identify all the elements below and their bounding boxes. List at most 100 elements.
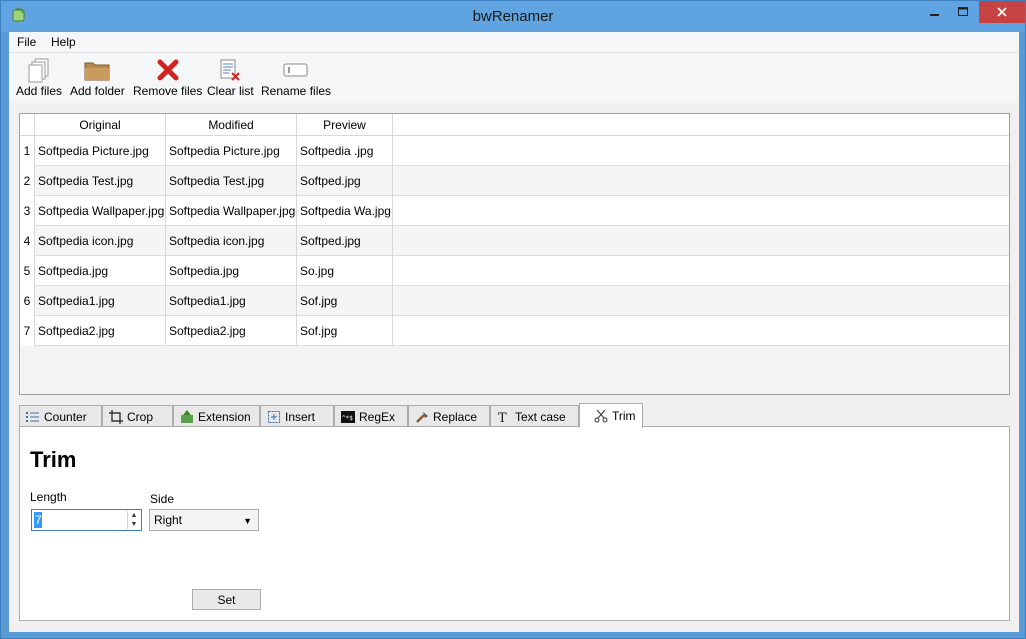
status-bar [9,628,1019,632]
cell-modified: Softpedia icon.jpg [166,226,297,256]
rename-files-button[interactable]: Rename files [261,57,331,101]
length-spinbox[interactable]: 7 ▲ ▼ [31,509,142,531]
length-label: Length [30,490,67,504]
replace-icon [415,410,429,424]
tab-insert-label: Insert [285,409,316,424]
file-table: Original Modified Preview 1 Softpedia Pi… [19,113,1010,395]
cell-preview: Sof.jpg [297,316,393,346]
extension-icon [180,409,194,424]
cell-preview: Sof.jpg [297,286,393,316]
tab-replace-label: Replace [433,409,478,424]
cell-preview: So.jpg [297,256,393,286]
tab-extension-label: Extension [198,409,251,424]
row-number: 2 [20,166,35,196]
trim-panel: Trim Length Side 7 ▲ ▼ Right ▼ Set [19,426,1010,621]
cell-preview: Softped.jpg [297,166,393,196]
column-header-filler [393,114,1009,136]
crop-icon [109,409,123,424]
minimize-icon [930,14,939,16]
menu-help[interactable]: Help [47,35,80,49]
column-header-modified[interactable]: Modified [166,114,297,136]
set-button[interactable]: Set [192,589,261,610]
table-row[interactable]: 4 Softpedia icon.jpg Softpedia icon.jpg … [20,226,1009,256]
clear-list-button[interactable]: Clear list [207,57,254,101]
cell-original: Softpedia Picture.jpg [35,136,166,166]
svg-text:T: T [498,411,507,424]
clear-list-label: Clear list [207,84,254,98]
remove-icon [154,57,182,83]
minimize-button[interactable] [921,1,949,23]
counter-icon [26,410,40,424]
column-header-preview[interactable]: Preview [297,114,393,136]
side-dropdown[interactable]: Right ▼ [149,509,259,531]
table-row[interactable]: 1 Softpedia Picture.jpg Softpedia Pictur… [20,136,1009,166]
rename-files-label: Rename files [261,84,332,98]
cell-modified: Softpedia Wallpaper.jpg [166,196,297,226]
menu-file[interactable]: File [13,35,40,49]
cell-preview: Softpedia Wa.jpg [297,196,393,226]
operation-tabs: Counter Crop Extension Insert ^*$ RegEx … [19,403,1010,428]
row-number: 7 [20,316,35,346]
tab-extension[interactable]: Extension [173,405,260,427]
cell-modified: Softpedia1.jpg [166,286,297,316]
cell-modified: Softpedia Picture.jpg [166,136,297,166]
tab-crop[interactable]: Crop [102,405,173,427]
tab-counter[interactable]: Counter [19,405,102,427]
row-number: 4 [20,226,35,256]
cell-preview: Softped.jpg [297,226,393,256]
row-number: 1 [20,136,35,166]
cell-modified: Softpedia.jpg [166,256,297,286]
column-header-original[interactable]: Original [35,114,166,136]
spin-arrows[interactable]: ▲ ▼ [127,511,140,529]
tab-text-case[interactable]: T Text case [490,405,579,427]
cell-preview: Softpedia .jpg [297,136,393,166]
chevron-down-icon: ▼ [243,516,252,526]
cell-original: Softpedia2.jpg [35,316,166,346]
table-row[interactable]: 6 Softpedia1.jpg Softpedia1.jpg Sof.jpg [20,286,1009,316]
remove-files-label: Remove files [133,84,203,98]
rename-icon [282,57,310,83]
tab-insert[interactable]: Insert [260,405,334,427]
table-row[interactable]: 3 Softpedia Wallpaper.jpg Softpedia Wall… [20,196,1009,226]
svg-text:^*$: ^*$ [342,415,353,422]
cell-modified: Softpedia Test.jpg [166,166,297,196]
tab-replace[interactable]: Replace [408,405,490,427]
add-files-button[interactable]: Add files [16,57,62,101]
client-area: File Help Add files Add folder Remove fi… [9,32,1019,632]
app-window: bwRenamer File Help Add files Add folder… [0,0,1026,639]
cell-original: Softpedia1.jpg [35,286,166,316]
clear-list-icon [216,57,244,83]
toolbar: Add files Add folder Remove files Clear … [9,53,1019,103]
row-number: 3 [20,196,35,226]
add-files-icon [25,57,53,83]
file-table-body: Original Modified Preview 1 Softpedia Pi… [20,114,1009,394]
side-label: Side [150,492,175,506]
tab-trim[interactable]: Trim [579,403,643,428]
add-folder-button[interactable]: Add folder [70,57,125,101]
table-row[interactable]: 5 Softpedia.jpg Softpedia.jpg So.jpg [20,256,1009,286]
table-row[interactable]: 2 Softpedia Test.jpg Softpedia Test.jpg … [20,166,1009,196]
table-row[interactable]: 7 Softpedia2.jpg Softpedia2.jpg Sof.jpg [20,316,1009,346]
tab-regex-label: RegEx [359,409,396,424]
tab-regex[interactable]: ^*$ RegEx [334,405,408,427]
title-bar[interactable]: bwRenamer [1,1,1025,32]
length-value[interactable]: 7 [34,512,42,528]
row-number: 5 [20,256,35,286]
tab-counter-label: Counter [44,409,87,424]
maximize-icon [958,7,968,16]
cell-original: Softpedia Test.jpg [35,166,166,196]
tab-crop-label: Crop [127,409,154,424]
trim-icon [594,409,608,423]
spin-up-icon[interactable]: ▲ [128,511,140,520]
remove-files-button[interactable]: Remove files [133,57,202,101]
spin-down-icon[interactable]: ▼ [128,520,140,529]
maximize-button[interactable] [949,1,977,23]
regex-icon: ^*$ [341,410,355,424]
add-folder-label: Add folder [70,84,125,98]
add-files-label: Add files [16,84,63,98]
cell-original: Softpedia icon.jpg [35,226,166,256]
insert-icon [267,410,281,424]
close-button[interactable] [979,1,1025,23]
window-title: bwRenamer [472,8,554,25]
cell-original: Softpedia.jpg [35,256,166,286]
